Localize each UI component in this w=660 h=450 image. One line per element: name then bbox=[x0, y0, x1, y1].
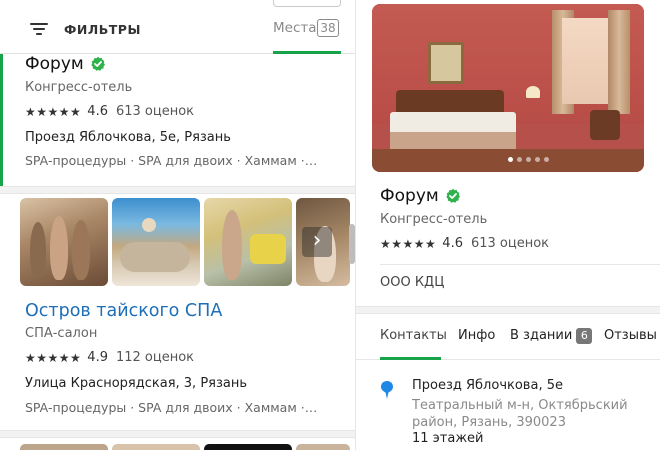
result-photo[interactable] bbox=[204, 198, 292, 286]
section-separator bbox=[356, 306, 660, 314]
results-scrollbar[interactable] bbox=[349, 224, 355, 264]
rating-value: 4.9 bbox=[87, 350, 108, 365]
place-category: Конгресс-отель bbox=[380, 212, 488, 227]
result-title-row: Форум bbox=[25, 54, 106, 74]
places-tab-top-edge bbox=[273, 0, 341, 7]
result-photo[interactable] bbox=[112, 198, 200, 286]
result-category: Конгресс-отель bbox=[25, 80, 133, 95]
tab-places[interactable]: Места 38 bbox=[273, 0, 341, 54]
rating-value: 4.6 bbox=[87, 104, 108, 119]
result-photo[interactable] bbox=[20, 198, 108, 286]
result-title[interactable]: Форум bbox=[25, 54, 84, 74]
result-photo[interactable] bbox=[296, 444, 350, 450]
place-title-row: Форум bbox=[380, 186, 461, 206]
rating-stars: ★★★★★ bbox=[25, 350, 82, 365]
photo-pagination-dots[interactable] bbox=[508, 157, 549, 162]
tab-badge: 6 bbox=[576, 328, 593, 344]
results-header: ФИЛЬТРЫ Места 38 bbox=[0, 0, 355, 54]
results-separator bbox=[0, 430, 355, 438]
result-photo[interactable] bbox=[204, 444, 292, 450]
result-title[interactable]: Остров тайского СПА bbox=[25, 301, 222, 321]
place-owner: ООО КДЦ bbox=[380, 275, 445, 290]
tab-contacts[interactable]: Контакты bbox=[380, 328, 447, 343]
filter-icon bbox=[30, 22, 48, 36]
place-detail-panel: Форум Конгресс-отель ★★★★★ 4.6 613 оцено… bbox=[356, 0, 660, 450]
place-rating: ★★★★★ 4.6 613 оценок bbox=[380, 236, 549, 251]
location-pin-icon bbox=[380, 380, 394, 400]
rating-stars: ★★★★★ bbox=[380, 236, 437, 251]
active-tab-indicator bbox=[380, 357, 441, 360]
result-category: СПА-салон bbox=[25, 326, 98, 341]
result-card-thai-spa[interactable]: Остров тайского СПА СПА-салон ★★★★★ 4.9 … bbox=[0, 296, 355, 436]
result-photo-strip: › bbox=[20, 198, 350, 286]
filters-label: ФИЛЬТРЫ bbox=[64, 21, 141, 37]
tab-in-building-label: В здании bbox=[510, 328, 573, 343]
places-count-badge: 38 bbox=[317, 19, 339, 37]
result-address: Улица Краснорядская, 3, Рязань bbox=[25, 376, 248, 391]
places-label: Места bbox=[273, 20, 317, 36]
tab-in-building[interactable]: В здании 6 bbox=[510, 328, 593, 344]
rating-count[interactable]: 112 оценок bbox=[116, 350, 194, 365]
place-tabs: Контакты Инфо В здании 6 Отзывы bbox=[356, 314, 660, 360]
app-root: ФИЛЬТРЫ Места 38 Форум Конгресс-отель ★★… bbox=[0, 0, 660, 450]
rating-count[interactable]: 613 оценок bbox=[471, 236, 549, 251]
divider bbox=[380, 264, 660, 265]
address-main[interactable]: Проезд Яблочкова, 5е bbox=[412, 378, 563, 393]
next-result-photo-strip bbox=[20, 444, 350, 450]
result-rating: ★★★★★ 4.6 613 оценок bbox=[25, 104, 194, 119]
address-district: Театральный м-н, Октябрьский район, Ряза… bbox=[412, 398, 628, 430]
place-hero-photo[interactable] bbox=[372, 4, 644, 172]
verified-icon bbox=[445, 188, 461, 204]
result-photo[interactable] bbox=[112, 444, 200, 450]
filters-button[interactable]: ФИЛЬТРЫ bbox=[30, 19, 141, 39]
result-photo[interactable] bbox=[20, 444, 108, 450]
photo-next-arrow-icon[interactable]: › bbox=[302, 227, 332, 257]
address-floors: 11 этажей bbox=[412, 431, 484, 446]
result-tags: SPA-процедуры · SPA для двоих · Хаммам ·… bbox=[25, 400, 318, 415]
result-address: Проезд Яблочкова, 5е, Рязань bbox=[25, 130, 231, 145]
verified-icon bbox=[90, 56, 106, 72]
results-panel: ФИЛЬТРЫ Места 38 Форум Конгресс-отель ★★… bbox=[0, 0, 356, 450]
result-rating: ★★★★★ 4.9 112 оценок bbox=[25, 350, 194, 365]
rating-count[interactable]: 613 оценок bbox=[116, 104, 194, 119]
result-tags: SPA-процедуры · SPA для двоих · Хаммам ·… bbox=[25, 153, 318, 168]
tab-reviews[interactable]: Отзывы bbox=[604, 328, 657, 343]
results-separator bbox=[0, 186, 355, 194]
result-card-forum[interactable]: Форум Конгресс-отель ★★★★★ 4.6 613 оцено… bbox=[0, 54, 355, 186]
tab-info[interactable]: Инфо bbox=[458, 328, 495, 343]
place-title: Форум bbox=[380, 186, 439, 206]
rating-stars: ★★★★★ bbox=[25, 104, 82, 119]
rating-value: 4.6 bbox=[442, 236, 463, 251]
